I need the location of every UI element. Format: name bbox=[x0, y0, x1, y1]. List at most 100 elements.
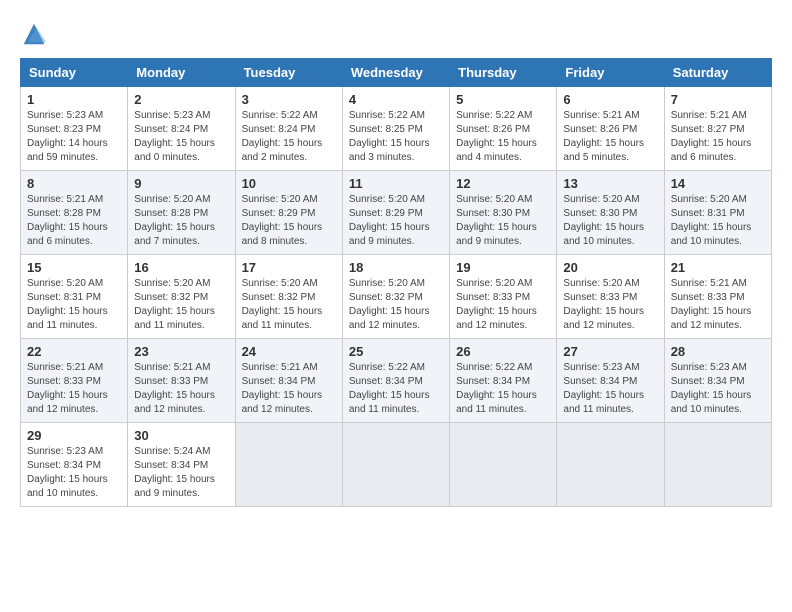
table-cell: 16 Sunrise: 5:20 AMSunset: 8:32 PMDayligh… bbox=[128, 255, 235, 339]
day-content: Sunrise: 5:20 AMSunset: 8:31 PMDaylight:… bbox=[27, 277, 121, 333]
day-number: 19 bbox=[456, 260, 550, 275]
day-content: Sunrise: 5:22 AMSunset: 8:34 PMDaylight:… bbox=[349, 361, 443, 417]
day-content: Sunrise: 5:23 AMSunset: 8:34 PMDaylight:… bbox=[27, 445, 121, 501]
col-saturday: Saturday bbox=[664, 59, 771, 87]
day-number: 6 bbox=[563, 92, 657, 107]
table-cell: 12 Sunrise: 5:20 AMSunset: 8:30 PMDayligh… bbox=[450, 171, 557, 255]
day-content: Sunrise: 5:20 AMSunset: 8:28 PMDaylight:… bbox=[134, 193, 228, 249]
table-cell: 11Sunrise: 5:20 AMSunset: 8:29 PMDayligh… bbox=[342, 171, 449, 255]
day-number: 18 bbox=[349, 260, 443, 275]
col-tuesday: Tuesday bbox=[235, 59, 342, 87]
table-cell: 23 Sunrise: 5:21 AMSunset: 8:33 PMDayligh… bbox=[128, 339, 235, 423]
day-number: 9 bbox=[134, 176, 228, 191]
day-number: 14 bbox=[671, 176, 765, 191]
table-cell: 2 Sunrise: 5:23 AMSunset: 8:24 PMDaylight… bbox=[128, 87, 235, 171]
day-number: 15 bbox=[27, 260, 121, 275]
day-content: Sunrise: 5:20 AMSunset: 8:30 PMDaylight:… bbox=[563, 193, 657, 249]
day-number: 20 bbox=[563, 260, 657, 275]
day-content: Sunrise: 5:22 AMSunset: 8:24 PMDaylight:… bbox=[242, 109, 336, 165]
table-cell: 10Sunrise: 5:20 AMSunset: 8:29 PMDayligh… bbox=[235, 171, 342, 255]
day-content: Sunrise: 5:23 AMSunset: 8:24 PMDaylight:… bbox=[134, 109, 228, 165]
table-cell bbox=[450, 423, 557, 507]
table-cell: 8 Sunrise: 5:21 AMSunset: 8:28 PMDaylight… bbox=[21, 171, 128, 255]
day-number: 5 bbox=[456, 92, 550, 107]
table-cell: 7 Sunrise: 5:21 AMSunset: 8:27 PMDaylight… bbox=[664, 87, 771, 171]
table-cell bbox=[664, 423, 771, 507]
day-content: Sunrise: 5:22 AMSunset: 8:34 PMDaylight:… bbox=[456, 361, 550, 417]
day-number: 21 bbox=[671, 260, 765, 275]
table-cell: 26Sunrise: 5:22 AMSunset: 8:34 PMDayligh… bbox=[450, 339, 557, 423]
day-number: 12 bbox=[456, 176, 550, 191]
day-number: 23 bbox=[134, 344, 228, 359]
col-sunday: Sunday bbox=[21, 59, 128, 87]
day-number: 28 bbox=[671, 344, 765, 359]
table-cell: 15 Sunrise: 5:20 AMSunset: 8:31 PMDayligh… bbox=[21, 255, 128, 339]
day-content: Sunrise: 5:20 AMSunset: 8:30 PMDaylight:… bbox=[456, 193, 550, 249]
day-number: 24 bbox=[242, 344, 336, 359]
table-cell: 1 Sunrise: 5:23 AMSunset: 8:23 PMDaylight… bbox=[21, 87, 128, 171]
col-monday: Monday bbox=[128, 59, 235, 87]
table-cell: 13 Sunrise: 5:20 AMSunset: 8:30 PMDayligh… bbox=[557, 171, 664, 255]
table-cell: 17 Sunrise: 5:20 AMSunset: 8:32 PMDayligh… bbox=[235, 255, 342, 339]
day-number: 7 bbox=[671, 92, 765, 107]
day-content: Sunrise: 5:20 AMSunset: 8:32 PMDaylight:… bbox=[349, 277, 443, 333]
day-content: Sunrise: 5:21 AMSunset: 8:34 PMDaylight:… bbox=[242, 361, 336, 417]
table-cell: 5 Sunrise: 5:22 AMSunset: 8:26 PMDaylight… bbox=[450, 87, 557, 171]
day-content: Sunrise: 5:23 AMSunset: 8:34 PMDaylight:… bbox=[671, 361, 765, 417]
day-content: Sunrise: 5:22 AMSunset: 8:26 PMDaylight:… bbox=[456, 109, 550, 165]
day-content: Sunrise: 5:21 AMSunset: 8:33 PMDaylight:… bbox=[134, 361, 228, 417]
day-content: Sunrise: 5:21 AMSunset: 8:26 PMDaylight:… bbox=[563, 109, 657, 165]
day-content: Sunrise: 5:20 AMSunset: 8:32 PMDaylight:… bbox=[134, 277, 228, 333]
day-number: 22 bbox=[27, 344, 121, 359]
table-cell: 4 Sunrise: 5:22 AMSunset: 8:25 PMDaylight… bbox=[342, 87, 449, 171]
table-cell: 24 Sunrise: 5:21 AMSunset: 8:34 PMDayligh… bbox=[235, 339, 342, 423]
calendar: Sunday Monday Tuesday Wednesday Thursday… bbox=[20, 58, 772, 507]
logo-icon bbox=[20, 20, 48, 48]
day-number: 2 bbox=[134, 92, 228, 107]
day-content: Sunrise: 5:23 AMSunset: 8:23 PMDaylight:… bbox=[27, 109, 121, 165]
day-number: 30 bbox=[134, 428, 228, 443]
day-number: 1 bbox=[27, 92, 121, 107]
day-number: 27 bbox=[563, 344, 657, 359]
table-cell: 20 Sunrise: 5:20 AMSunset: 8:33 PMDayligh… bbox=[557, 255, 664, 339]
table-cell: 3 Sunrise: 5:22 AMSunset: 8:24 PMDaylight… bbox=[235, 87, 342, 171]
col-friday: Friday bbox=[557, 59, 664, 87]
table-cell: 6 Sunrise: 5:21 AMSunset: 8:26 PMDaylight… bbox=[557, 87, 664, 171]
day-number: 13 bbox=[563, 176, 657, 191]
day-content: Sunrise: 5:20 AMSunset: 8:31 PMDaylight:… bbox=[671, 193, 765, 249]
day-number: 17 bbox=[242, 260, 336, 275]
table-cell bbox=[557, 423, 664, 507]
table-cell: 30 Sunrise: 5:24 AMSunset: 8:34 PMDayligh… bbox=[128, 423, 235, 507]
table-cell: 14 Sunrise: 5:20 AMSunset: 8:31 PMDayligh… bbox=[664, 171, 771, 255]
day-content: Sunrise: 5:21 AMSunset: 8:28 PMDaylight:… bbox=[27, 193, 121, 249]
day-content: Sunrise: 5:20 AMSunset: 8:32 PMDaylight:… bbox=[242, 277, 336, 333]
day-number: 4 bbox=[349, 92, 443, 107]
day-content: Sunrise: 5:21 AMSunset: 8:33 PMDaylight:… bbox=[671, 277, 765, 333]
day-number: 8 bbox=[27, 176, 121, 191]
table-cell bbox=[342, 423, 449, 507]
day-number: 29 bbox=[27, 428, 121, 443]
day-content: Sunrise: 5:24 AMSunset: 8:34 PMDaylight:… bbox=[134, 445, 228, 501]
col-thursday: Thursday bbox=[450, 59, 557, 87]
day-content: Sunrise: 5:21 AMSunset: 8:27 PMDaylight:… bbox=[671, 109, 765, 165]
day-content: Sunrise: 5:20 AMSunset: 8:29 PMDaylight:… bbox=[242, 193, 336, 249]
day-content: Sunrise: 5:20 AMSunset: 8:29 PMDaylight:… bbox=[349, 193, 443, 249]
table-cell: 27 Sunrise: 5:23 AMSunset: 8:34 PMDayligh… bbox=[557, 339, 664, 423]
logo bbox=[20, 20, 52, 48]
day-number: 16 bbox=[134, 260, 228, 275]
day-content: Sunrise: 5:20 AMSunset: 8:33 PMDaylight:… bbox=[456, 277, 550, 333]
table-cell: 29 Sunrise: 5:23 AMSunset: 8:34 PMDayligh… bbox=[21, 423, 128, 507]
day-content: Sunrise: 5:22 AMSunset: 8:25 PMDaylight:… bbox=[349, 109, 443, 165]
day-number: 3 bbox=[242, 92, 336, 107]
day-content: Sunrise: 5:21 AMSunset: 8:33 PMDaylight:… bbox=[27, 361, 121, 417]
table-cell: 25 Sunrise: 5:22 AMSunset: 8:34 PMDayligh… bbox=[342, 339, 449, 423]
table-cell: 28 Sunrise: 5:23 AMSunset: 8:34 PMDayligh… bbox=[664, 339, 771, 423]
table-cell: 22 Sunrise: 5:21 AMSunset: 8:33 PMDayligh… bbox=[21, 339, 128, 423]
day-content: Sunrise: 5:23 AMSunset: 8:34 PMDaylight:… bbox=[563, 361, 657, 417]
col-wednesday: Wednesday bbox=[342, 59, 449, 87]
header-area bbox=[20, 20, 772, 48]
day-content: Sunrise: 5:20 AMSunset: 8:33 PMDaylight:… bbox=[563, 277, 657, 333]
day-number: 25 bbox=[349, 344, 443, 359]
table-cell: 19 Sunrise: 5:20 AMSunset: 8:33 PMDayligh… bbox=[450, 255, 557, 339]
table-cell: 18 Sunrise: 5:20 AMSunset: 8:32 PMDayligh… bbox=[342, 255, 449, 339]
